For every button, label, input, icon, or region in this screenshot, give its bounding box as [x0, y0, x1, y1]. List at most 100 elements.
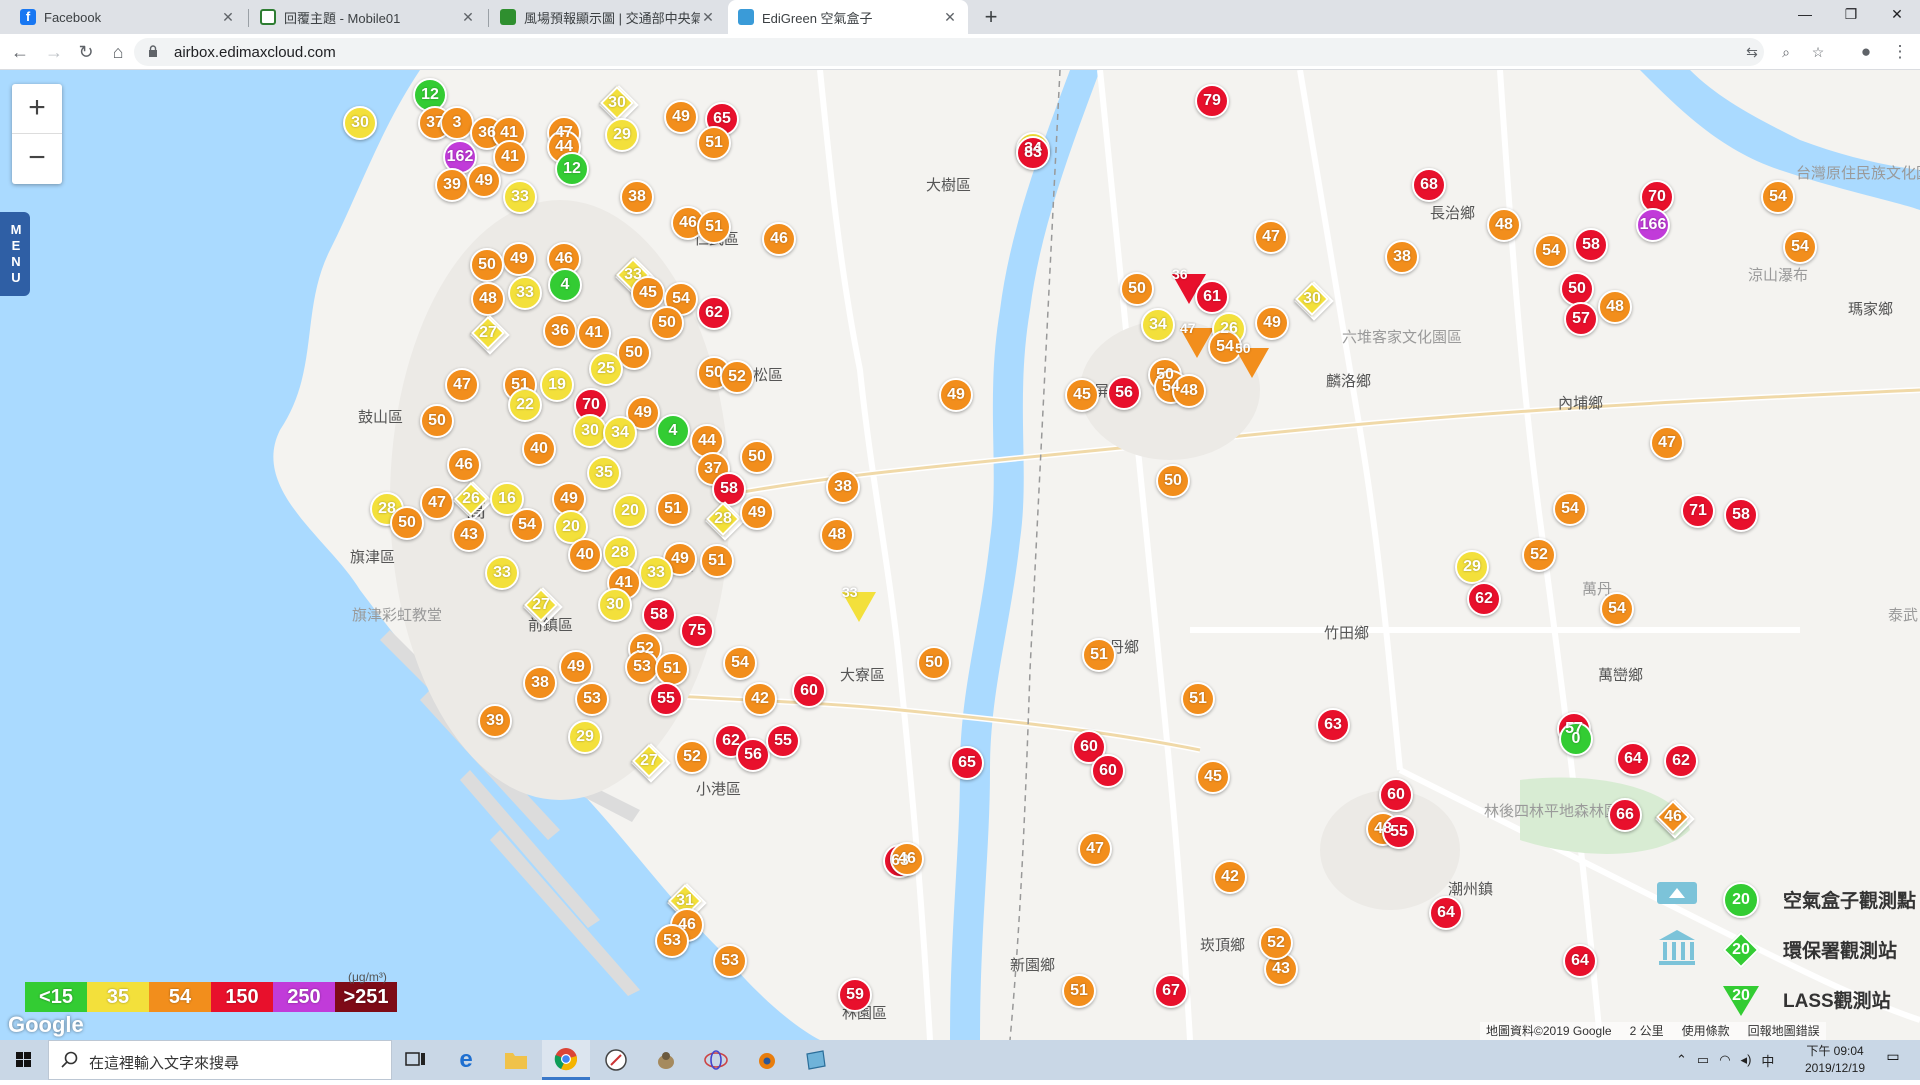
sensor-marker[interactable]: 40	[522, 432, 556, 466]
taskbar-app-7[interactable]	[692, 1040, 740, 1080]
sensor-marker[interactable]: 49	[467, 164, 501, 198]
zoom-in-button[interactable]: +	[12, 84, 62, 134]
sensor-marker[interactable]: 50	[420, 404, 454, 438]
close-icon[interactable]: ✕	[942, 9, 958, 26]
airbox-map[interactable]: 大樹區 仁武區 鳥松區 鼓山區 旗津區 旗津彩虹教堂 前鎮區 小港區 大寮區 林…	[0, 70, 1920, 1040]
sensor-marker[interactable]: 41	[577, 316, 611, 350]
sensor-marker[interactable]: 51	[1082, 638, 1116, 672]
address-bar[interactable]: airbox.edimaxcloud.com ⇆ ⌕ ☆	[134, 38, 1824, 66]
sensor-marker[interactable]: 42	[1213, 860, 1247, 894]
taskbar-file-explorer[interactable]	[492, 1040, 540, 1080]
sensor-marker[interactable]: 42	[743, 682, 777, 716]
sensor-marker[interactable]: 4	[548, 268, 582, 302]
bookmark-star-icon[interactable]: ☆	[1808, 42, 1828, 62]
sensor-marker[interactable]: 49	[502, 242, 536, 276]
sensor-marker[interactable]: 50	[1120, 272, 1154, 306]
sensor-marker[interactable]: 50	[917, 646, 951, 680]
sensor-marker[interactable]: 49	[740, 496, 774, 530]
sensor-marker[interactable]: 60	[792, 674, 826, 708]
sensor-marker[interactable]: 19	[540, 368, 574, 402]
back-button[interactable]: ←	[8, 40, 32, 64]
sensor-marker[interactable]: 59	[838, 978, 872, 1012]
sensor-marker[interactable]: 50	[1156, 464, 1190, 498]
sensor-marker[interactable]: 48	[1598, 290, 1632, 324]
tab-weather-bureau[interactable]: 風場預報顯示圖 | 交通部中央氣象局 ✕	[490, 0, 726, 34]
close-icon[interactable]: ✕	[220, 9, 236, 26]
sensor-marker[interactable]: 67	[1154, 974, 1188, 1008]
sensor-marker[interactable]: 52	[1259, 926, 1293, 960]
sensor-marker[interactable]: 25	[589, 352, 623, 386]
sensor-marker[interactable]: 40	[568, 538, 602, 572]
sensor-marker[interactable]: 60	[1091, 754, 1125, 788]
sensor-marker[interactable]: 45	[1196, 760, 1230, 794]
sensor-marker[interactable]: 49	[939, 378, 973, 412]
close-icon[interactable]: ✕	[460, 9, 476, 26]
sensor-marker[interactable]: 51	[1181, 682, 1215, 716]
sensor-marker[interactable]: 28	[706, 502, 740, 536]
sensor-marker[interactable]: 55	[649, 682, 683, 716]
sensor-marker[interactable]: 51	[697, 126, 731, 160]
sensor-marker[interactable]: 166	[1636, 208, 1670, 242]
reload-button[interactable]: ↻	[74, 40, 98, 64]
show-hidden-icons-icon[interactable]: ⌃	[1676, 1052, 1687, 1068]
report-error-link[interactable]: 回報地圖錯誤	[1748, 1022, 1820, 1040]
sensor-marker[interactable]: 58	[1574, 228, 1608, 262]
sensor-marker[interactable]: 28	[603, 536, 637, 570]
restore-button[interactable]: ❐	[1828, 0, 1874, 30]
forward-button[interactable]: →	[42, 40, 66, 64]
sensor-marker[interactable]: 48	[471, 282, 505, 316]
sensor-marker[interactable]: 57	[1564, 302, 1598, 336]
sensor-marker[interactable]: 53	[575, 682, 609, 716]
sensor-marker[interactable]: 29	[568, 720, 602, 754]
sensor-marker[interactable]: 56	[736, 738, 770, 772]
zoom-out-button[interactable]: −	[12, 134, 62, 184]
sensor-marker[interactable]: 33	[503, 180, 537, 214]
sensor-marker[interactable]: 27	[524, 588, 558, 622]
task-view-button[interactable]	[392, 1040, 440, 1080]
taskbar-app-5[interactable]	[592, 1040, 640, 1080]
taskbar-chrome[interactable]	[542, 1040, 590, 1080]
taskbar-app-8[interactable]	[742, 1040, 790, 1080]
sensor-marker[interactable]: 47	[420, 486, 454, 520]
sensor-marker[interactable]: 79	[1195, 84, 1229, 118]
sensor-marker[interactable]: 33	[485, 556, 519, 590]
sensor-marker[interactable]: 27	[471, 316, 505, 350]
sensor-marker[interactable]: 33	[842, 584, 876, 622]
sensor-marker[interactable]: 55	[766, 724, 800, 758]
ime-indicator[interactable]: 中	[1761, 1051, 1774, 1070]
sensor-marker[interactable]: 68	[1412, 168, 1446, 202]
sensor-marker[interactable]: 30	[600, 86, 634, 120]
sensor-marker[interactable]: 27	[632, 744, 666, 778]
sensor-marker[interactable]: 50	[470, 248, 504, 282]
sensor-marker[interactable]: 48	[820, 518, 854, 552]
sensor-marker[interactable]: 47	[1254, 220, 1288, 254]
sensor-marker[interactable]: 52	[1522, 538, 1556, 572]
sensor-marker[interactable]: 64	[1429, 896, 1463, 930]
sensor-marker[interactable]: 30	[343, 106, 377, 140]
clock[interactable]: 下午 09:04 2019/12/19	[1790, 1043, 1880, 1077]
sensor-marker[interactable]: 53	[713, 944, 747, 978]
sensor-marker[interactable]: 49	[664, 100, 698, 134]
minimize-button[interactable]: —	[1782, 0, 1828, 30]
sensor-marker[interactable]: 48	[1487, 208, 1521, 242]
start-button[interactable]	[0, 1040, 48, 1080]
sensor-marker[interactable]: 30	[1295, 282, 1329, 316]
sensor-marker[interactable]: 54	[510, 508, 544, 542]
close-window-button[interactable]: ✕	[1874, 0, 1920, 30]
sensor-marker[interactable]: 50	[740, 440, 774, 474]
sensor-marker[interactable]: 33	[508, 276, 542, 310]
sensor-marker[interactable]: 65	[950, 746, 984, 780]
volume-icon[interactable]: ◂)	[1741, 1052, 1752, 1068]
home-button[interactable]: ⌂	[106, 40, 130, 64]
sensor-marker[interactable]: 54	[1534, 234, 1568, 268]
sensor-marker[interactable]: 66	[1608, 798, 1642, 832]
sensor-marker[interactable]: 64	[1563, 944, 1597, 978]
tab-mobile01[interactable]: 回覆主題 - Mobile01 ✕	[250, 0, 486, 34]
sensor-marker[interactable]: 51	[655, 652, 689, 686]
taskbar-app-9[interactable]	[792, 1040, 840, 1080]
sensor-marker[interactable]: 51	[700, 544, 734, 578]
sensor-marker[interactable]: 41	[493, 140, 527, 174]
menu-dots-icon[interactable]: ⋮	[1888, 40, 1912, 64]
sensor-marker[interactable]: 38	[523, 666, 557, 700]
sensor-marker[interactable]: 51	[656, 492, 690, 526]
